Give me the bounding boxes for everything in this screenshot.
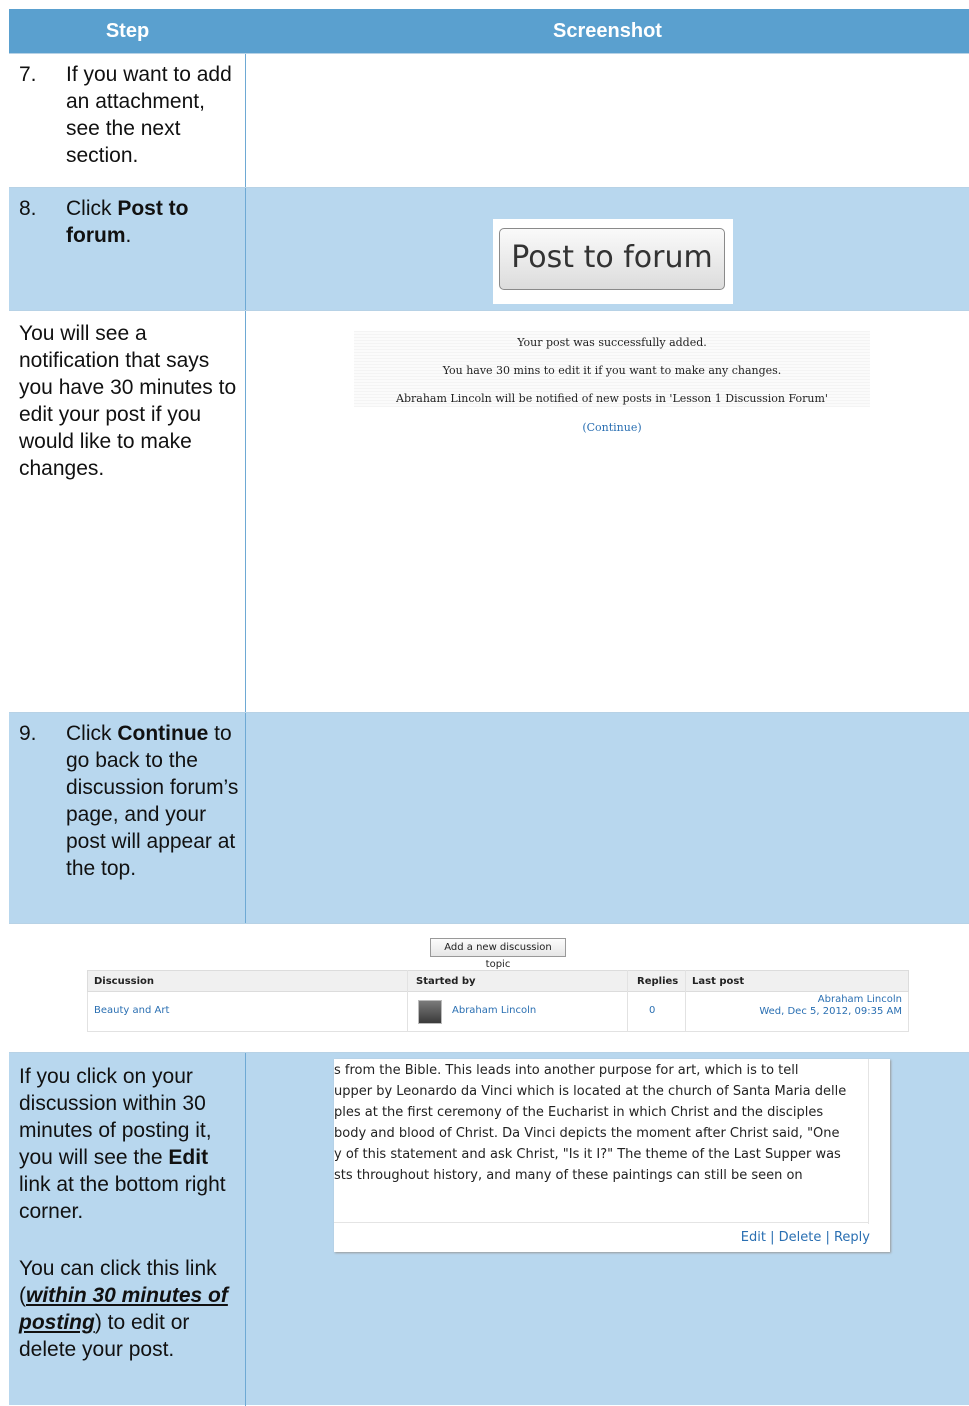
text-bold: Edit <box>168 1146 209 1169</box>
text-post: to go back to the discussion forum’s pag… <box>66 722 239 880</box>
notification-line-3: Abraham Lincoln will be notified of new … <box>396 392 828 405</box>
excerpt-line: body and blood of Christ. Da Vinci depic… <box>334 1126 840 1141</box>
add-discussion-button[interactable]: Add a new discussion topic <box>430 938 566 970</box>
notification-line-2: You have 30 mins to edit it if you want … <box>442 364 782 377</box>
text-bold: Continue <box>117 722 209 745</box>
step-text: Click Continue to go back to the discuss… <box>66 720 241 882</box>
screenshot-cell <box>246 713 969 924</box>
divider <box>868 1059 869 1224</box>
post-excerpt: s from the Bible. This leads into anothe… <box>334 1059 890 1252</box>
header-screenshot: Screenshot <box>553 20 662 42</box>
avatar <box>418 1000 442 1024</box>
edit-step-text-2: You can click this link (within 30 minut… <box>19 1255 241 1363</box>
col-discussion: Discussion <box>94 976 155 987</box>
delete-link[interactable]: Delete <box>779 1230 822 1245</box>
step-number: 7. <box>19 63 37 86</box>
edit-step-row: If you click on your discussion within 3… <box>9 1052 969 1406</box>
text-post: link at the bottom right corner. <box>19 1173 226 1223</box>
col-started-by: Started by <box>416 976 476 987</box>
step-number: 8. <box>19 197 37 220</box>
screenshot-cell: s from the Bible. This leads into anothe… <box>246 1053 969 1406</box>
col-last-post: Last post <box>692 976 745 987</box>
started-by-link[interactable]: Abraham Lincoln <box>452 1000 536 1022</box>
notification-box: Your post was successfully added. You ha… <box>354 331 870 434</box>
step-8-row: 8. Click Post to forum. Post to forum <box>9 187 969 311</box>
excerpt-line: s from the Bible. This leads into anothe… <box>334 1063 799 1078</box>
separator: | <box>821 1230 834 1245</box>
continue-link[interactable]: Continue <box>587 421 638 434</box>
reply-link[interactable]: Reply <box>834 1230 870 1245</box>
divider <box>334 1222 868 1223</box>
discussion-link[interactable]: Beauty and Art <box>94 1000 169 1022</box>
post-to-forum-button[interactable]: Post to forum <box>499 228 725 290</box>
col-replies: Replies <box>637 976 679 987</box>
table-header: Step Screenshot <box>9 9 969 53</box>
screenshot-cell <box>246 54 969 188</box>
text-pre: Click <box>66 197 118 220</box>
paren-close: ) <box>637 421 642 434</box>
last-post-date[interactable]: Wed, Dec 5, 2012, 09:35 AM <box>759 1005 902 1018</box>
screenshot-cell: Your post was successfully added. You ha… <box>246 311 969 713</box>
separator: | <box>765 1230 779 1245</box>
step-8-cell: 8. Click Post to forum. <box>9 188 246 311</box>
edit-link[interactable]: Edit <box>741 1230 766 1245</box>
discussion-table-header: Discussion Started by Replies Last post <box>87 970 909 992</box>
step-number: 9. <box>19 722 37 745</box>
divider <box>627 970 628 1032</box>
notification-line-1: Your post was successfully added. <box>517 336 707 349</box>
excerpt-line: y of this statement and ask Christ, "Is … <box>334 1147 841 1162</box>
step-text: If you want to add an attachment, see th… <box>66 63 232 167</box>
text-pre: Click <box>66 722 118 745</box>
excerpt-line: upper by Leonardo da Vinci which is loca… <box>334 1084 847 1099</box>
step-9-row: 9. Click Continue to go back to the disc… <box>9 712 969 924</box>
step-7-cell: 7. If you want to add an attachment, see… <box>9 54 246 188</box>
edit-step-cell: If you click on your discussion within 3… <box>9 1053 246 1406</box>
continue-line: (Continue) <box>354 421 870 434</box>
edit-step-text-1: If you click on your discussion within 3… <box>19 1063 241 1225</box>
step-7-row: 7. If you want to add an attachment, see… <box>9 53 969 188</box>
notification-step-cell: You will see a notification that says yo… <box>9 311 246 713</box>
notification-row: You will see a notification that says yo… <box>9 310 969 713</box>
table-row[interactable]: Beauty and Art Abraham Lincoln 0 Abraham… <box>87 992 909 1032</box>
replies-count[interactable]: 0 <box>649 1000 655 1022</box>
excerpt-line: sts throughout history, and many of thes… <box>334 1168 803 1183</box>
step-text: You will see a notification that says yo… <box>19 322 237 480</box>
header-step: Step <box>105 20 150 42</box>
divider <box>407 970 408 1032</box>
step-text: Click Post to forum. <box>66 195 241 249</box>
post-to-forum-screenshot: Post to forum <box>493 219 733 304</box>
text-post: . <box>125 224 132 247</box>
divider <box>685 970 686 1032</box>
screenshot-cell: Post to forum <box>246 188 969 311</box>
step-9-cell: 9. Click Continue to go back to the disc… <box>9 713 246 924</box>
post-actions: Edit | Delete | Reply <box>741 1230 870 1245</box>
forum-screenshot: Add a new discussion topic Discussion St… <box>9 923 969 1052</box>
excerpt-line: ples at the first ceremony of the Euchar… <box>334 1105 824 1120</box>
